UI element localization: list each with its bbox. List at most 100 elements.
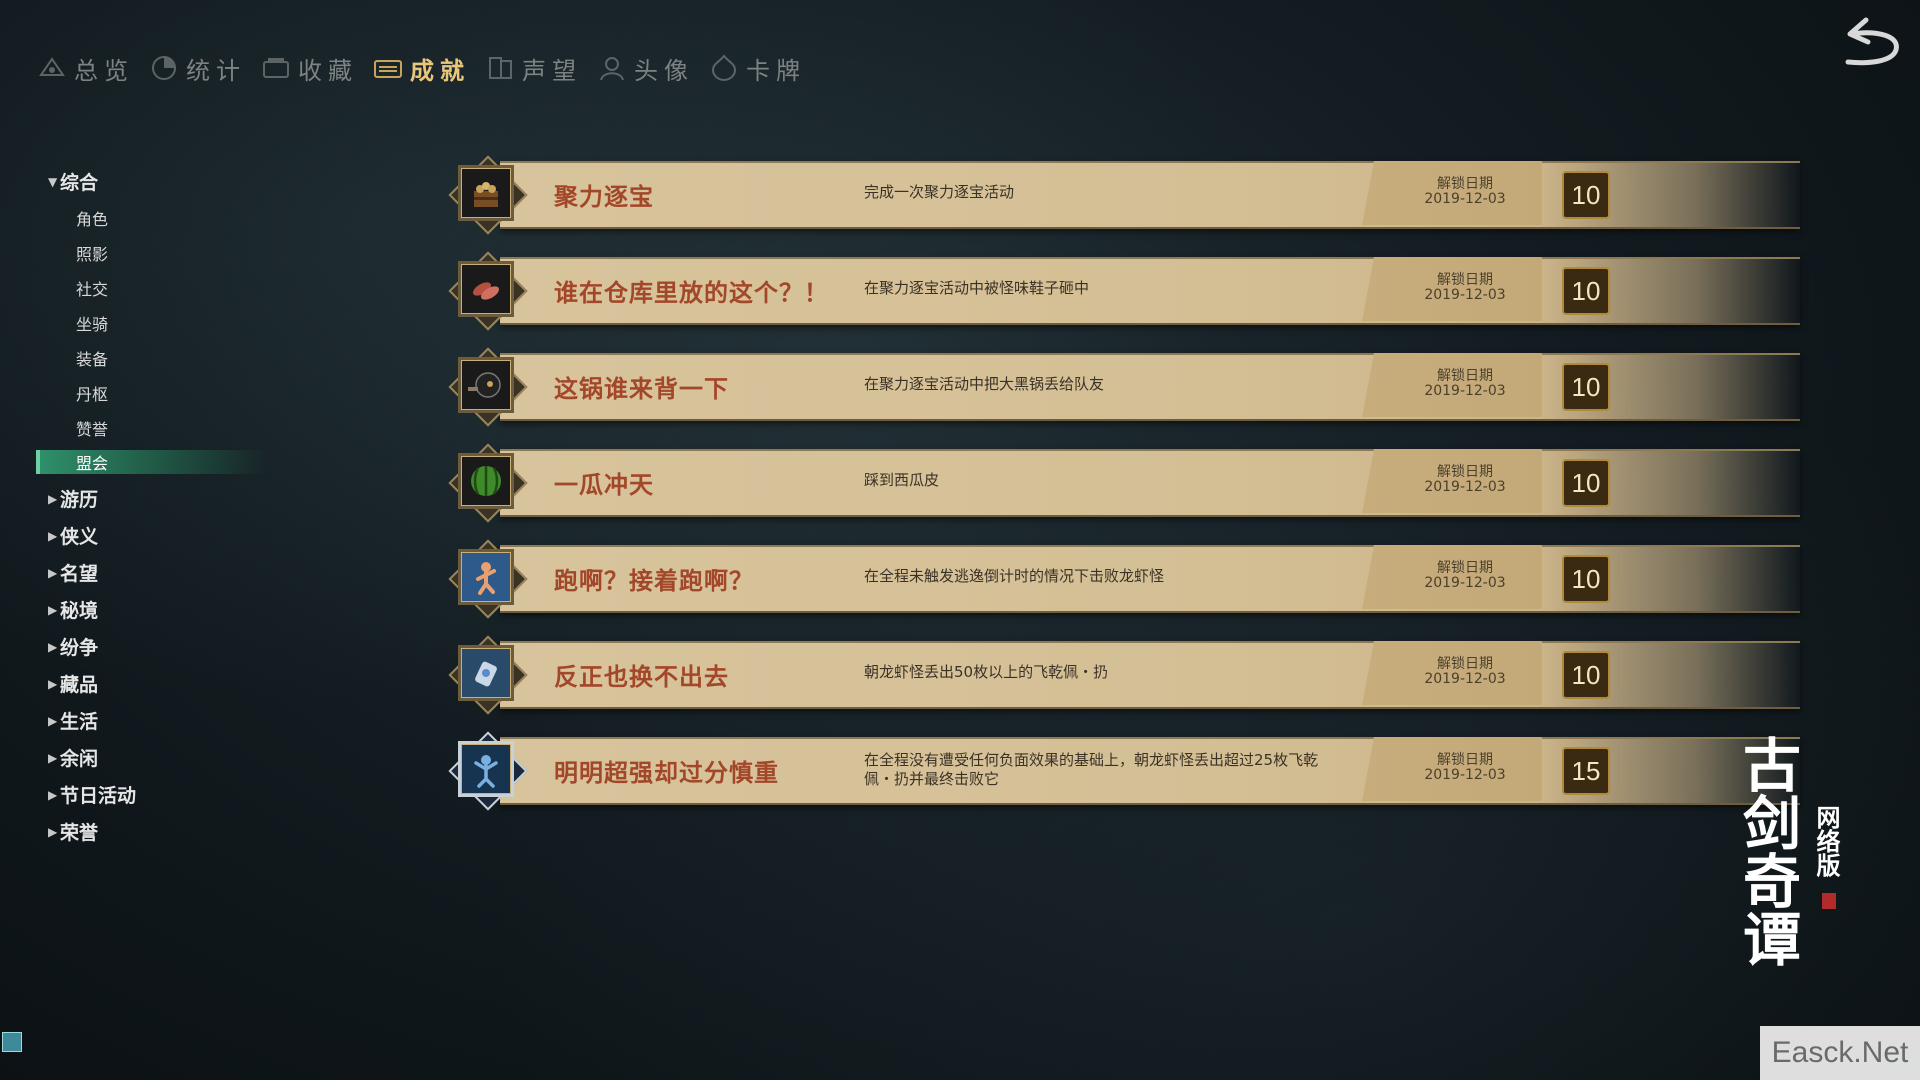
achievement-row[interactable]: 这锅谁来背一下 在聚力逐宝活动中把大黑锅丢给队友 解锁日期 2019-12-03… (440, 347, 1800, 427)
achievement-title: 这锅谁来背一下 (554, 374, 729, 403)
achievement-row[interactable]: 一瓜冲天 踩到西瓜皮 解锁日期 2019-12-03 10 (440, 443, 1800, 523)
tab-reputation[interactable]: 声望 (484, 51, 582, 86)
achievement-points: 10 (1562, 363, 1610, 411)
subcategory-item[interactable]: 角色 (36, 200, 266, 235)
achievement-row[interactable]: 谁在仓库里放的这个？！ 在聚力逐宝活动中被怪味鞋子砸中 解锁日期 2019-12… (440, 251, 1800, 331)
achievement-icon-frame (448, 443, 528, 523)
achievement-description: 完成一次聚力逐宝活动 (864, 183, 1015, 201)
category-label: 荣誉 (60, 822, 99, 844)
tab-overview-label: 总览 (74, 56, 134, 85)
top-tab-bar: 总览 统计 收藏 成就 声望 头像 卡牌 (36, 48, 806, 88)
achievement-row[interactable]: 反正也换不出去 朝龙虾怪丢出50枚以上的飞乾佩・扔 解锁日期 2019-12-0… (440, 635, 1800, 715)
achievement-points: 10 (1562, 171, 1610, 219)
category-label: 游历 (60, 489, 99, 511)
tab-avatar[interactable]: 头像 (596, 51, 694, 86)
achievement-icon-frame (448, 347, 528, 427)
runner-icon (458, 549, 514, 605)
achievement-icon-frame (448, 251, 528, 331)
category-item[interactable]: ▶ 余闲 (36, 739, 266, 776)
tab-achievement-label: 成就 (410, 55, 470, 85)
category-item[interactable]: ▶ 名望 (36, 554, 266, 591)
tab-collection[interactable]: 收藏 (260, 51, 358, 86)
avatar-icon (596, 52, 628, 84)
category-label: 纷争 (60, 637, 99, 659)
unlock-date: 2019-12-03 (1424, 287, 1506, 303)
category-item[interactable]: ▶ 侠义 (36, 517, 266, 554)
reputation-icon (484, 52, 516, 84)
tab-avatar-label: 头像 (634, 56, 694, 85)
achievement-row[interactable]: 跑啊？接着跑啊？ 在全程未触发逃逸倒计时的情况下击败龙虾怪 解锁日期 2019-… (440, 539, 1800, 619)
unlock-date-label: 解锁日期 (1437, 272, 1493, 288)
expanded-arrow-icon: ▼ (48, 174, 58, 189)
achievement-title: 明明超强却过分慎重 (554, 758, 779, 787)
collapsed-arrow-icon: ▶ (48, 491, 58, 506)
achievement-points: 10 (1562, 555, 1610, 603)
red-seal-icon (1822, 893, 1836, 909)
unlock-date: 2019-12-03 (1424, 479, 1506, 495)
unlock-date-label: 解锁日期 (1437, 560, 1493, 576)
category-item[interactable]: ▶ 藏品 (36, 665, 266, 702)
tab-achievement[interactable]: 成就 (372, 51, 470, 86)
tab-card[interactable]: 卡牌 (708, 51, 806, 86)
category-item[interactable]: ▶ 生活 (36, 702, 266, 739)
achievement-description: 朝龙虾怪丢出50枚以上的飞乾佩・扔 (864, 663, 1109, 681)
logo-main-text: 古剑奇谭 (1733, 735, 1801, 967)
back-button[interactable] (1828, 12, 1908, 72)
collapsed-arrow-icon: ▶ (48, 787, 58, 802)
achievement-icon-frame (448, 731, 528, 811)
category-item[interactable]: ▶ 节日活动 (36, 776, 266, 813)
collapsed-arrow-icon: ▶ (48, 824, 58, 839)
achievement-description: 在聚力逐宝活动中被怪味鞋子砸中 (864, 279, 1090, 297)
achievement-title: 聚力逐宝 (554, 182, 654, 211)
collapsed-arrow-icon: ▶ (48, 639, 58, 654)
category-item[interactable]: ▶ 纷争 (36, 628, 266, 665)
achievement-description: 在全程未触发逃逸倒计时的情况下击败龙虾怪 (864, 567, 1165, 585)
category-item[interactable]: ▶ 秘境 (36, 591, 266, 628)
achievement-description: 踩到西瓜皮 (864, 471, 940, 489)
achievement-title: 反正也换不出去 (554, 662, 729, 691)
achievement-description: 在聚力逐宝活动中把大黑锅丢给队友 (864, 375, 1105, 393)
collapsed-arrow-icon: ▶ (48, 602, 58, 617)
statistics-icon (148, 52, 180, 84)
game-logo: 古剑奇谭 网络版 (1712, 735, 1862, 1025)
subcategory-item[interactable]: 社交 (36, 270, 266, 305)
tab-statistics[interactable]: 统计 (148, 51, 246, 86)
achievement-row[interactable]: 聚力逐宝 完成一次聚力逐宝活动 解锁日期 2019-12-03 10 (440, 155, 1800, 235)
corner-window-icon[interactable] (2, 1032, 22, 1052)
category-general[interactable]: ▼ 综合 (36, 163, 266, 200)
collapsed-arrow-icon: ▶ (48, 528, 58, 543)
card-icon (708, 52, 740, 84)
category-item[interactable]: ▶ 游历 (36, 480, 266, 517)
subcategory-item[interactable]: 坐骑 (36, 305, 266, 340)
unlock-date: 2019-12-03 (1424, 671, 1506, 687)
back-arrow-icon (1845, 17, 1899, 66)
unlock-date-label: 解锁日期 (1437, 752, 1493, 768)
collapsed-arrow-icon: ▶ (48, 713, 58, 728)
warrior-icon (458, 741, 514, 797)
subcategory-item-selected[interactable]: 盟会 (36, 450, 266, 474)
subcategory-item[interactable]: 赞誉 (36, 410, 266, 445)
tab-statistics-label: 统计 (186, 56, 246, 85)
achievement-row[interactable]: 明明超强却过分慎重 在全程没有遭受任何负面效果的基础上，朝龙虾怪丢出超过25枚飞… (440, 731, 1800, 811)
subcategory-item[interactable]: 照影 (36, 235, 266, 270)
logo-sub-text: 网络版 (1812, 805, 1840, 877)
collapsed-arrow-icon: ▶ (48, 565, 58, 580)
category-item[interactable]: ▶ 荣誉 (36, 813, 266, 850)
achievement-points: 10 (1562, 267, 1610, 315)
subcategory-item[interactable]: 装备 (36, 340, 266, 375)
category-label: 侠义 (60, 526, 99, 548)
black-pot-icon (458, 357, 514, 413)
overview-icon (36, 52, 68, 84)
jade-pendant-icon (458, 645, 514, 701)
achievement-points: 10 (1562, 651, 1610, 699)
collapsed-arrow-icon: ▶ (48, 676, 58, 691)
treasure-chest-icon (458, 165, 514, 221)
achievement-title: 一瓜冲天 (554, 470, 654, 499)
achievement-icon (372, 52, 404, 84)
achievement-points: 15 (1562, 747, 1610, 795)
subcategory-item[interactable]: 丹枢 (36, 375, 266, 410)
achievement-icon-frame (448, 539, 528, 619)
unlock-date: 2019-12-03 (1424, 383, 1506, 399)
tab-card-label: 卡牌 (746, 56, 806, 85)
tab-overview[interactable]: 总览 (36, 51, 134, 86)
